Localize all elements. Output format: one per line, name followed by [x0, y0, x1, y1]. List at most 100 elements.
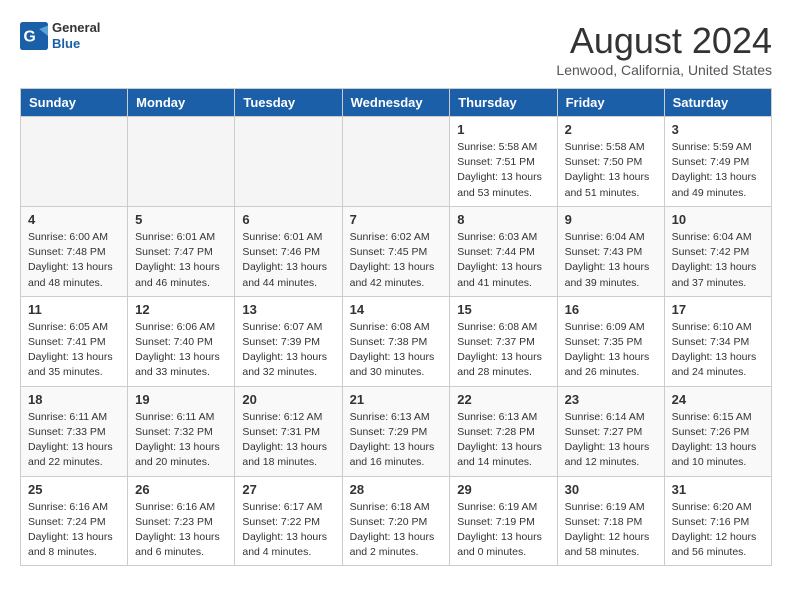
- day-number: 26: [135, 482, 227, 497]
- calendar-cell: 12Sunrise: 6:06 AM Sunset: 7:40 PM Dayli…: [128, 296, 235, 386]
- day-number: 10: [672, 212, 764, 227]
- calendar-cell: [342, 117, 450, 207]
- day-number: 31: [672, 482, 764, 497]
- day-info: Sunrise: 6:12 AM Sunset: 7:31 PM Dayligh…: [242, 410, 334, 471]
- day-info: Sunrise: 6:17 AM Sunset: 7:22 PM Dayligh…: [242, 500, 334, 561]
- day-info: Sunrise: 6:20 AM Sunset: 7:16 PM Dayligh…: [672, 500, 764, 561]
- day-number: 18: [28, 392, 120, 407]
- column-header-wednesday: Wednesday: [342, 89, 450, 117]
- day-info: Sunrise: 6:11 AM Sunset: 7:32 PM Dayligh…: [135, 410, 227, 471]
- calendar-cell: 28 Sunrise: 6:18 AM Sunset: 7:20 PM Dayli…: [342, 476, 450, 566]
- day-number: 21: [350, 392, 443, 407]
- day-number: 25: [28, 482, 120, 497]
- day-number: 5: [135, 212, 227, 227]
- calendar-cell: 13Sunrise: 6:07 AM Sunset: 7:39 PM Dayli…: [235, 296, 342, 386]
- calendar-cell: [128, 117, 235, 207]
- day-info: Sunrise: 6:07 AM Sunset: 7:39 PM Dayligh…: [242, 320, 334, 381]
- calendar-week-row: 25 Sunrise: 6:16 AM Sunset: 7:24 PM Dayli…: [21, 476, 772, 566]
- logo-text: General Blue: [52, 20, 100, 51]
- calendar-cell: 8 Sunrise: 6:03 AM Sunset: 7:44 PM Daylig…: [450, 206, 557, 296]
- month-title: August 2024: [556, 20, 772, 62]
- calendar-cell: 14Sunrise: 6:08 AM Sunset: 7:38 PM Dayli…: [342, 296, 450, 386]
- day-info: Sunrise: 6:16 AM Sunset: 7:23 PM Dayligh…: [135, 500, 227, 561]
- calendar: SundayMondayTuesdayWednesdayThursdayFrid…: [20, 88, 772, 566]
- column-header-sunday: Sunday: [21, 89, 128, 117]
- calendar-cell: [21, 117, 128, 207]
- calendar-cell: 17 Sunrise: 6:10 AM Sunset: 7:34 PM Dayli…: [664, 296, 771, 386]
- day-info: Sunrise: 6:04 AM Sunset: 7:42 PM Dayligh…: [672, 230, 764, 291]
- calendar-cell: 18 Sunrise: 6:11 AM Sunset: 7:33 PM Dayli…: [21, 386, 128, 476]
- day-info: Sunrise: 6:09 AM Sunset: 7:35 PM Dayligh…: [565, 320, 657, 381]
- day-info: Sunrise: 5:59 AM Sunset: 7:49 PM Dayligh…: [672, 140, 764, 201]
- day-number: 8: [457, 212, 549, 227]
- day-number: 24: [672, 392, 764, 407]
- day-info: Sunrise: 6:01 AM Sunset: 7:46 PM Dayligh…: [242, 230, 334, 291]
- calendar-cell: 25 Sunrise: 6:16 AM Sunset: 7:24 PM Dayli…: [21, 476, 128, 566]
- logo-line2: Blue: [52, 36, 100, 52]
- day-info: Sunrise: 5:58 AM Sunset: 7:50 PM Dayligh…: [565, 140, 657, 201]
- calendar-cell: 27Sunrise: 6:17 AM Sunset: 7:22 PM Dayli…: [235, 476, 342, 566]
- day-info: Sunrise: 6:11 AM Sunset: 7:33 PM Dayligh…: [28, 410, 120, 471]
- calendar-cell: 6Sunrise: 6:01 AM Sunset: 7:46 PM Daylig…: [235, 206, 342, 296]
- calendar-cell: 22Sunrise: 6:13 AM Sunset: 7:28 PM Dayli…: [450, 386, 557, 476]
- column-header-thursday: Thursday: [450, 89, 557, 117]
- day-number: 11: [28, 302, 120, 317]
- day-info: Sunrise: 6:01 AM Sunset: 7:47 PM Dayligh…: [135, 230, 227, 291]
- day-info: Sunrise: 6:13 AM Sunset: 7:28 PM Dayligh…: [457, 410, 549, 471]
- day-info: Sunrise: 6:00 AM Sunset: 7:48 PM Dayligh…: [28, 230, 120, 291]
- day-number: 3: [672, 122, 764, 137]
- day-number: 4: [28, 212, 120, 227]
- column-header-tuesday: Tuesday: [235, 89, 342, 117]
- column-header-friday: Friday: [557, 89, 664, 117]
- day-info: Sunrise: 6:08 AM Sunset: 7:37 PM Dayligh…: [457, 320, 549, 381]
- column-header-saturday: Saturday: [664, 89, 771, 117]
- calendar-cell: 26 Sunrise: 6:16 AM Sunset: 7:23 PM Dayli…: [128, 476, 235, 566]
- calendar-cell: 31 Sunrise: 6:20 AM Sunset: 7:16 PM Dayli…: [664, 476, 771, 566]
- calendar-cell: 16 Sunrise: 6:09 AM Sunset: 7:35 PM Dayli…: [557, 296, 664, 386]
- column-header-monday: Monday: [128, 89, 235, 117]
- calendar-header-row: SundayMondayTuesdayWednesdayThursdayFrid…: [21, 89, 772, 117]
- calendar-cell: 30 Sunrise: 6:19 AM Sunset: 7:18 PM Dayli…: [557, 476, 664, 566]
- day-number: 29: [457, 482, 549, 497]
- calendar-cell: 19Sunrise: 6:11 AM Sunset: 7:32 PM Dayli…: [128, 386, 235, 476]
- calendar-cell: [235, 117, 342, 207]
- calendar-week-row: 18 Sunrise: 6:11 AM Sunset: 7:33 PM Dayli…: [21, 386, 772, 476]
- calendar-cell: 5 Sunrise: 6:01 AM Sunset: 7:47 PM Daylig…: [128, 206, 235, 296]
- calendar-cell: 1Sunrise: 5:58 AM Sunset: 7:51 PM Daylig…: [450, 117, 557, 207]
- day-number: 1: [457, 122, 549, 137]
- day-number: 16: [565, 302, 657, 317]
- calendar-week-row: 1Sunrise: 5:58 AM Sunset: 7:51 PM Daylig…: [21, 117, 772, 207]
- calendar-cell: 21 Sunrise: 6:13 AM Sunset: 7:29 PM Dayli…: [342, 386, 450, 476]
- day-info: Sunrise: 6:02 AM Sunset: 7:45 PM Dayligh…: [350, 230, 443, 291]
- day-info: Sunrise: 6:18 AM Sunset: 7:20 PM Dayligh…: [350, 500, 443, 561]
- day-info: Sunrise: 6:15 AM Sunset: 7:26 PM Dayligh…: [672, 410, 764, 471]
- day-number: 23: [565, 392, 657, 407]
- location: Lenwood, California, United States: [556, 62, 772, 78]
- calendar-cell: 15 Sunrise: 6:08 AM Sunset: 7:37 PM Dayli…: [450, 296, 557, 386]
- day-info: Sunrise: 6:16 AM Sunset: 7:24 PM Dayligh…: [28, 500, 120, 561]
- day-number: 14: [350, 302, 443, 317]
- calendar-cell: 24 Sunrise: 6:15 AM Sunset: 7:26 PM Dayli…: [664, 386, 771, 476]
- calendar-cell: 4 Sunrise: 6:00 AM Sunset: 7:48 PM Daylig…: [21, 206, 128, 296]
- day-info: Sunrise: 6:13 AM Sunset: 7:29 PM Dayligh…: [350, 410, 443, 471]
- day-number: 30: [565, 482, 657, 497]
- day-info: Sunrise: 6:19 AM Sunset: 7:19 PM Dayligh…: [457, 500, 549, 561]
- day-number: 28: [350, 482, 443, 497]
- day-info: Sunrise: 6:19 AM Sunset: 7:18 PM Dayligh…: [565, 500, 657, 561]
- day-number: 9: [565, 212, 657, 227]
- calendar-cell: 10 Sunrise: 6:04 AM Sunset: 7:42 PM Dayli…: [664, 206, 771, 296]
- day-info: Sunrise: 6:14 AM Sunset: 7:27 PM Dayligh…: [565, 410, 657, 471]
- calendar-week-row: 4 Sunrise: 6:00 AM Sunset: 7:48 PM Daylig…: [21, 206, 772, 296]
- day-info: Sunrise: 6:04 AM Sunset: 7:43 PM Dayligh…: [565, 230, 657, 291]
- day-info: Sunrise: 6:03 AM Sunset: 7:44 PM Dayligh…: [457, 230, 549, 291]
- day-number: 17: [672, 302, 764, 317]
- day-number: 2: [565, 122, 657, 137]
- logo-icon: G: [20, 22, 48, 50]
- title-block: August 2024 Lenwood, California, United …: [556, 20, 772, 78]
- calendar-week-row: 11Sunrise: 6:05 AM Sunset: 7:41 PM Dayli…: [21, 296, 772, 386]
- day-number: 7: [350, 212, 443, 227]
- day-number: 15: [457, 302, 549, 317]
- day-info: Sunrise: 6:10 AM Sunset: 7:34 PM Dayligh…: [672, 320, 764, 381]
- logo-line1: General: [52, 20, 100, 36]
- calendar-cell: 7 Sunrise: 6:02 AM Sunset: 7:45 PM Daylig…: [342, 206, 450, 296]
